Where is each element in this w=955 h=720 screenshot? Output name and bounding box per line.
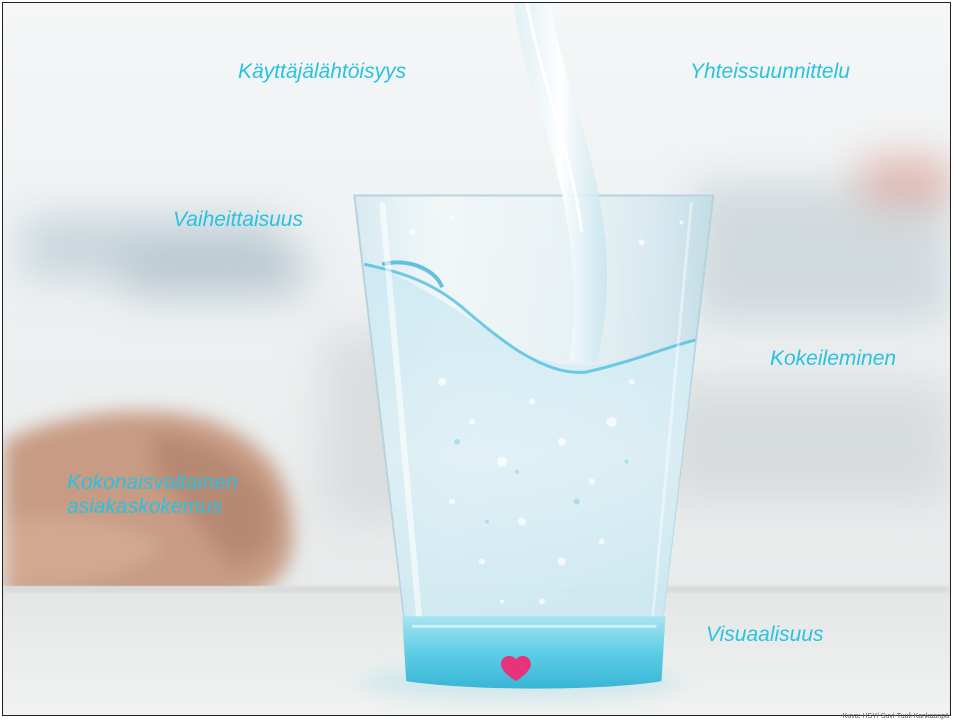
word-kokonaisvaltainen-asiakaskokemus: Kokonaisvaltainen asiakaskokemus bbox=[67, 471, 238, 518]
word-kayttajalahtoisyys: Käyttäjälähtöisyys bbox=[238, 60, 407, 83]
slide: Käyttäjälähtöisyys Yhteissuunnittelu Vai… bbox=[2, 2, 951, 716]
photo-credit: Kuva: HSY/ Suvi-Tuuli Kankaanpä bbox=[842, 713, 949, 720]
word-visuaalisuus: Visuaalisuus bbox=[706, 623, 824, 646]
word-kokeileminen: Kokeileminen bbox=[770, 347, 897, 370]
word-vaiheittaisuus: Vaiheittaisuus bbox=[173, 208, 303, 231]
word-yhteissuunnittelu: Yhteissuunnittelu bbox=[690, 60, 850, 83]
